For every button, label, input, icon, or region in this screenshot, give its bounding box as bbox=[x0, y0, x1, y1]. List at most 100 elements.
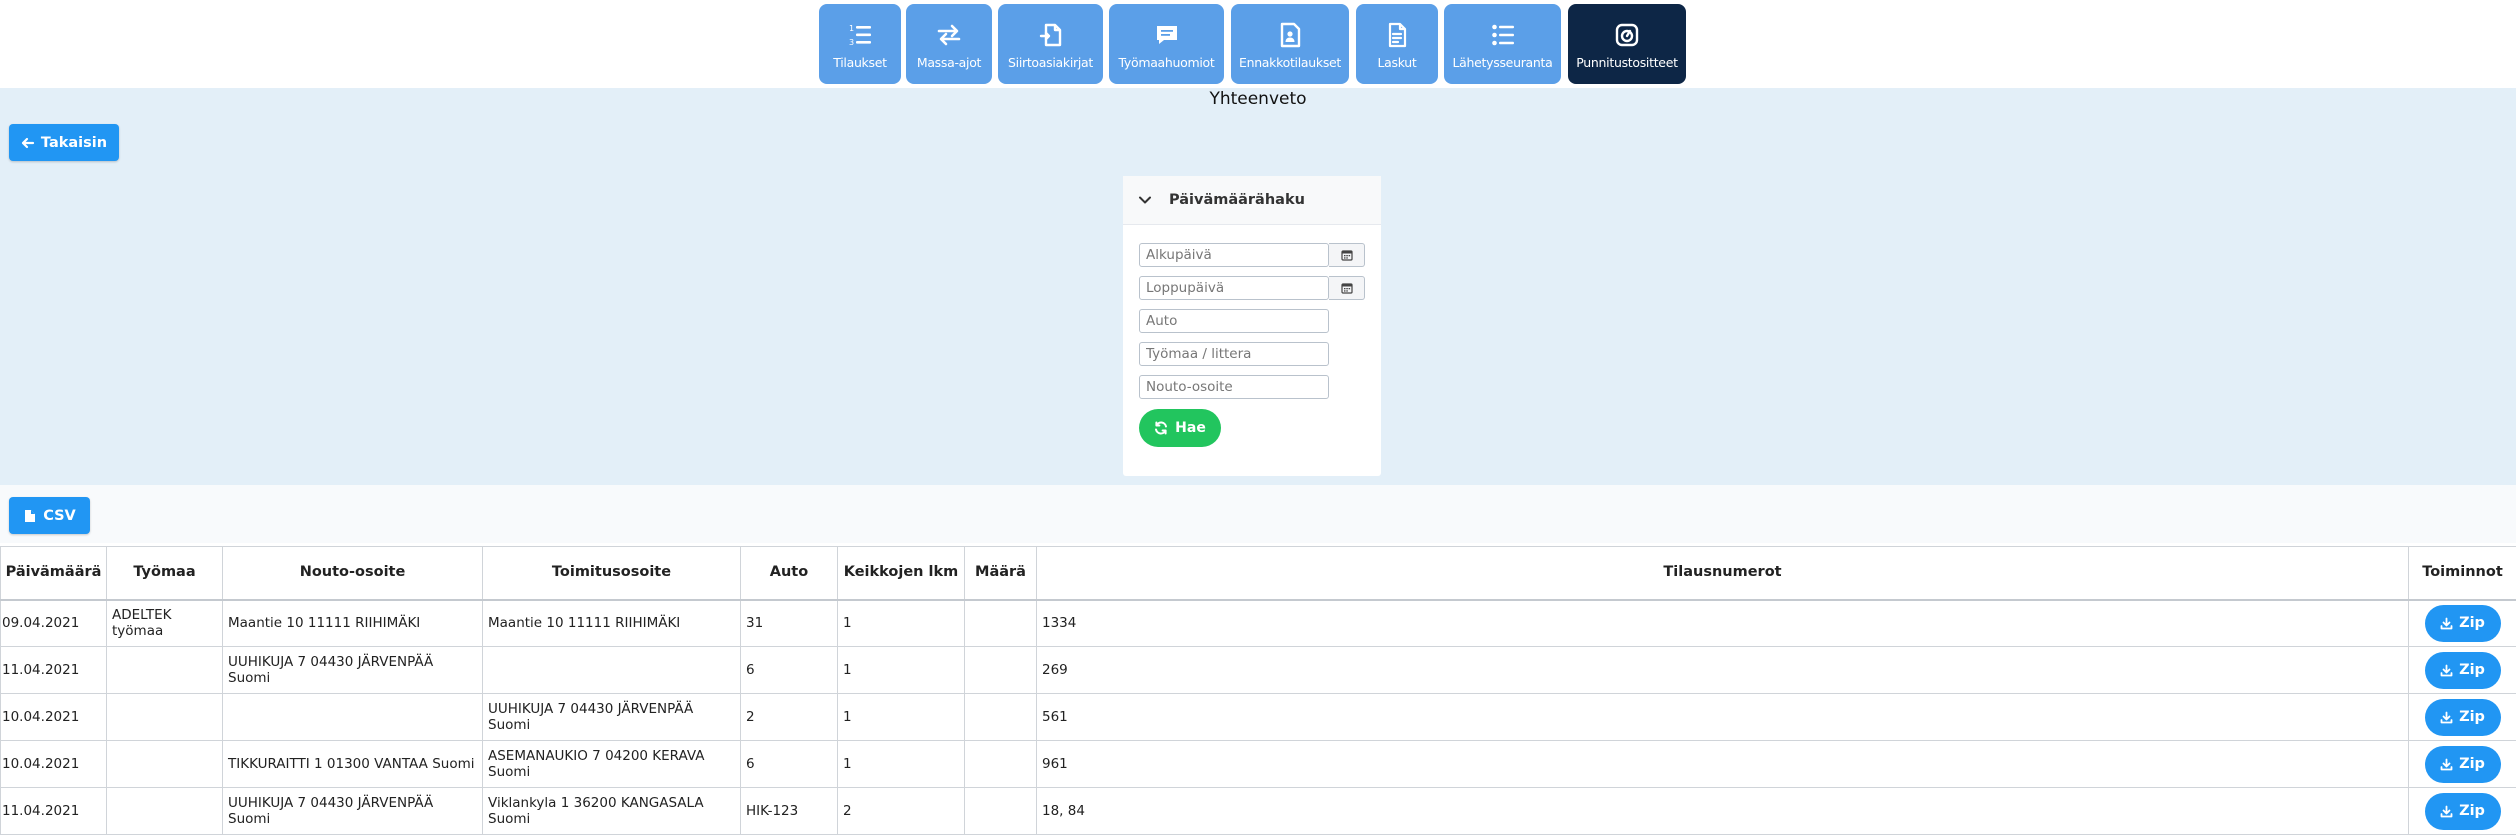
cell-amount bbox=[965, 647, 1037, 694]
cell-trips: 2 bbox=[838, 788, 965, 835]
column-header-delivery[interactable]: Toimitusosoite bbox=[483, 547, 741, 600]
nav-tyomaahuomiot[interactable]: Työmaahuomiot bbox=[1109, 4, 1224, 84]
column-header-orders[interactable]: Tilausnumerot bbox=[1037, 547, 2409, 600]
cell-auto: 31 bbox=[741, 600, 838, 647]
cell-delivery: UUHIKUJA 7 04430 JÄRVENPÄÄ Suomi bbox=[483, 694, 741, 741]
download-icon bbox=[2440, 664, 2453, 677]
cell-auto: 6 bbox=[741, 647, 838, 694]
arrow-left-icon bbox=[21, 136, 35, 150]
file-icon bbox=[23, 509, 36, 523]
cell-orders: 18, 84 bbox=[1037, 788, 2409, 835]
cell-site bbox=[107, 788, 223, 835]
table-row: 10.04.2021 TIKKURAITTI 1 01300 VANTAA Su… bbox=[1, 741, 2516, 788]
exchange-arrows-icon bbox=[936, 22, 962, 48]
cell-date: 11.04.2021 bbox=[1, 788, 107, 835]
nav-siirtoasiakirjat[interactable]: Siirtoasiakirjat bbox=[998, 4, 1103, 84]
page-title: Yhteenveto bbox=[0, 89, 2516, 109]
column-header-auto[interactable]: Auto bbox=[741, 547, 838, 600]
cell-amount bbox=[965, 788, 1037, 835]
zip-download-button[interactable]: Zip bbox=[2425, 793, 2501, 830]
download-icon bbox=[2440, 617, 2453, 630]
cell-delivery bbox=[483, 647, 741, 694]
cell-delivery: Viklankyla 1 36200 KANGASALA Suomi bbox=[483, 788, 741, 835]
cell-trips: 1 bbox=[838, 741, 965, 788]
nav-massa-ajot[interactable]: Massa-ajot bbox=[906, 4, 992, 84]
column-header-actions: Toiminnot bbox=[2409, 547, 2516, 600]
cell-date: 11.04.2021 bbox=[1, 647, 107, 694]
cell-trips: 1 bbox=[838, 647, 965, 694]
nav-label: Lähetysseuranta bbox=[1453, 55, 1553, 70]
nav-label: Työmaahuomiot bbox=[1118, 55, 1214, 70]
auto-input[interactable] bbox=[1139, 309, 1329, 333]
cell-orders: 561 bbox=[1037, 694, 2409, 741]
cell-pickup: UUHIKUJA 7 04430 JÄRVENPÄÄ Suomi bbox=[223, 788, 483, 835]
csv-button-label: CSV bbox=[43, 508, 76, 524]
nav-tilaukset[interactable]: 13 Tilaukset bbox=[819, 4, 901, 84]
end-date-calendar-button[interactable] bbox=[1329, 276, 1365, 300]
summary-table: Päivämäärä Työmaa Nouto-osoite Toimituso… bbox=[0, 546, 2516, 835]
zip-label: Zip bbox=[2459, 709, 2485, 725]
comment-icon bbox=[1154, 22, 1180, 48]
nav-label: Tilaukset bbox=[833, 55, 886, 70]
column-header-pickup[interactable]: Nouto-osoite bbox=[223, 547, 483, 600]
cell-auto: HIK-123 bbox=[741, 788, 838, 835]
column-header-amount[interactable]: Määrä bbox=[965, 547, 1037, 600]
table-toolbar bbox=[0, 485, 2516, 543]
cell-amount bbox=[965, 600, 1037, 647]
column-header-trips[interactable]: Keikkojen lkm bbox=[838, 547, 965, 600]
chevron-down-icon bbox=[1138, 193, 1152, 207]
start-date-calendar-button[interactable] bbox=[1329, 243, 1365, 267]
top-navigation: 13 Tilaukset Massa-ajot Siirtoasiakirjat… bbox=[0, 0, 2516, 88]
zip-download-button[interactable]: Zip bbox=[2425, 746, 2501, 783]
csv-export-button[interactable]: CSV bbox=[9, 497, 90, 534]
contact-card-icon bbox=[1277, 22, 1303, 48]
nav-lahetysseuranta[interactable]: Lähetysseuranta bbox=[1444, 4, 1561, 84]
end-date-input[interactable] bbox=[1139, 276, 1329, 300]
numbered-list-icon: 13 bbox=[847, 22, 873, 48]
nav-ennakkotilaukset[interactable]: Ennakkotilaukset bbox=[1231, 4, 1349, 84]
checklist-icon bbox=[1490, 22, 1516, 48]
cell-orders: 961 bbox=[1037, 741, 2409, 788]
cell-date: 10.04.2021 bbox=[1, 741, 107, 788]
zip-label: Zip bbox=[2459, 662, 2485, 678]
date-search-title: Päivämäärähaku bbox=[1169, 192, 1305, 208]
search-button[interactable]: Hae bbox=[1139, 409, 1221, 447]
pickup-address-input[interactable] bbox=[1139, 375, 1329, 399]
zip-label: Zip bbox=[2459, 803, 2485, 819]
zip-download-button[interactable]: Zip bbox=[2425, 605, 2501, 642]
cell-actions: Zip bbox=[2409, 788, 2516, 835]
cell-trips: 1 bbox=[838, 694, 965, 741]
zip-download-button[interactable]: Zip bbox=[2425, 699, 2501, 736]
cell-date: 09.04.2021 bbox=[1, 600, 107, 647]
cell-site bbox=[107, 741, 223, 788]
back-button[interactable]: Takaisin bbox=[9, 124, 119, 161]
download-icon bbox=[2440, 805, 2453, 818]
download-icon bbox=[2440, 758, 2453, 771]
cell-site bbox=[107, 694, 223, 741]
invoice-icon bbox=[1384, 22, 1410, 48]
date-search-card: Päivämäärähaku Hae bbox=[1123, 176, 1381, 476]
column-header-site[interactable]: Työmaa bbox=[107, 547, 223, 600]
table-row: 09.04.2021 ADELTEK työmaa Maantie 10 111… bbox=[1, 600, 2516, 647]
nav-label: Ennakkotilaukset bbox=[1239, 55, 1341, 70]
cell-amount bbox=[965, 741, 1037, 788]
zip-download-button[interactable]: Zip bbox=[2425, 652, 2501, 689]
cell-pickup bbox=[223, 694, 483, 741]
column-header-date[interactable]: Päivämäärä bbox=[1, 547, 107, 600]
document-transfer-icon bbox=[1038, 22, 1064, 48]
cell-auto: 6 bbox=[741, 741, 838, 788]
nav-label: Massa-ajot bbox=[917, 55, 981, 70]
cell-orders: 269 bbox=[1037, 647, 2409, 694]
cell-site bbox=[107, 647, 223, 694]
search-button-label: Hae bbox=[1175, 420, 1206, 436]
nav-laskut[interactable]: Laskut bbox=[1356, 4, 1438, 84]
nav-punnitustositteet[interactable]: Punnitustositteet bbox=[1568, 4, 1686, 84]
cell-delivery: ASEMANAUKIO 7 04200 KERAVA Suomi bbox=[483, 741, 741, 788]
nav-label: Punnitustositteet bbox=[1576, 55, 1677, 70]
start-date-input[interactable] bbox=[1139, 243, 1329, 267]
refresh-icon bbox=[1154, 421, 1168, 435]
site-input[interactable] bbox=[1139, 342, 1329, 366]
cell-orders: 1334 bbox=[1037, 600, 2409, 647]
date-search-header[interactable]: Päivämäärähaku bbox=[1123, 176, 1381, 225]
table-row: 11.04.2021 UUHIKUJA 7 04430 JÄRVENPÄÄ Su… bbox=[1, 647, 2516, 694]
